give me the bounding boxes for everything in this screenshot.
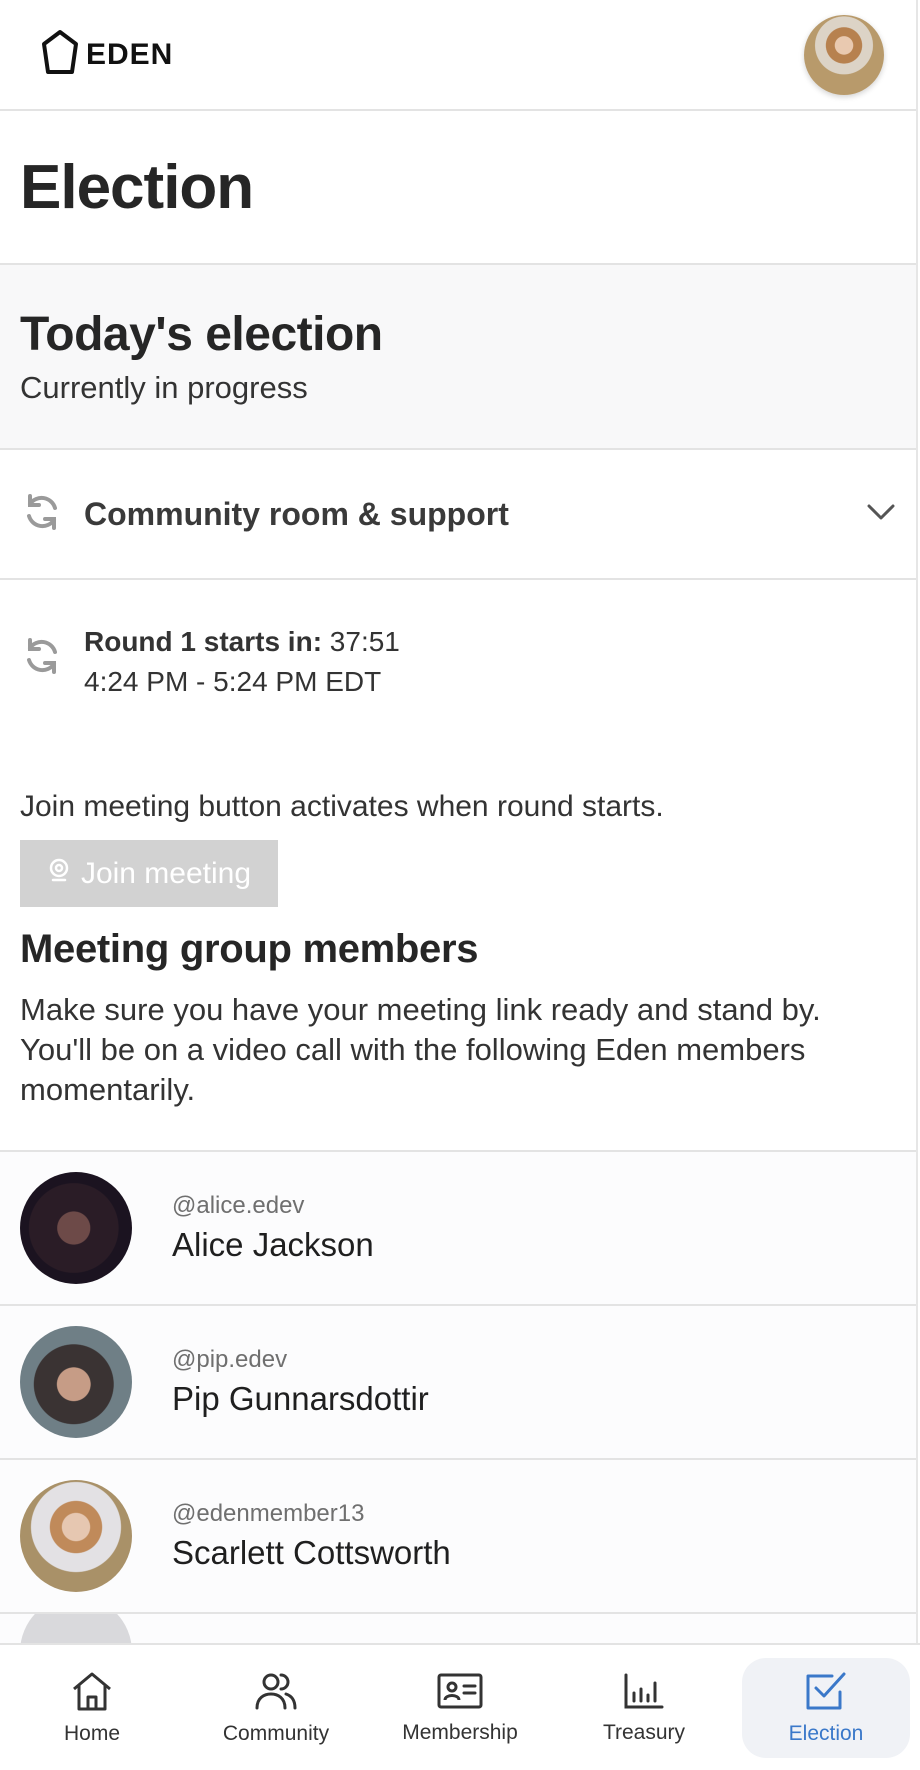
list-item[interactable]: @edenmember13 Scarlett Cottsworth [0, 1458, 916, 1612]
member-handle: @alice.edev [172, 1192, 305, 1219]
member-handle: @pip.edev [172, 1346, 288, 1373]
round-countdown-line: Round 1 starts in: 37:51 [84, 622, 400, 662]
list-item[interactable]: @pip.edev Pip Gunnarsdottir [0, 1304, 916, 1458]
member-name: Pip Gunnarsdottir [172, 1380, 429, 1417]
webcam-icon [47, 857, 71, 891]
eden-logo[interactable]: EDEN [40, 29, 173, 80]
avatar [20, 1326, 132, 1438]
nav-label-membership: Membership [402, 1720, 518, 1744]
nav-item-election[interactable]: Election [742, 1657, 910, 1758]
user-avatar[interactable] [804, 14, 884, 95]
nav-label-election: Election [788, 1721, 864, 1745]
avatar [20, 1172, 132, 1284]
todays-election-banner: Today's election Currently in progress [0, 265, 916, 450]
join-meeting-label: Join meeting [80, 856, 252, 890]
checkbox-icon [804, 1670, 848, 1712]
join-meeting-notice: Join meeting button activates when round… [20, 790, 664, 823]
top-header: EDEN [0, 0, 916, 111]
join-meeting-button[interactable]: Join meeting [20, 840, 278, 907]
avatar [20, 1480, 132, 1592]
nav-item-treasury[interactable]: Treasury [552, 1645, 736, 1770]
nav-item-membership[interactable]: Membership [368, 1645, 552, 1770]
round-time-range: 4:24 PM - 5:24 PM EDT [84, 666, 382, 697]
main-content: EDEN Election Today's election Currently… [0, 0, 918, 1770]
nav-item-community[interactable]: Community [184, 1645, 368, 1770]
refresh-icon [22, 492, 62, 537]
round-info: Round 1 starts in: 37:51 4:24 PM - 5:24 … [0, 580, 916, 702]
users-icon [254, 1670, 298, 1712]
election-status: Currently in progress [20, 370, 308, 405]
meeting-group-title: Meeting group members [20, 927, 479, 971]
community-room-label: Community room & support [84, 495, 509, 532]
meeting-group-description: Make sure you have your meeting link rea… [20, 992, 821, 1107]
refresh-icon [22, 636, 62, 681]
id-card-icon [436, 1671, 484, 1711]
member-name: Scarlett Cottsworth [172, 1534, 451, 1571]
chevron-down-icon[interactable] [866, 502, 896, 527]
nav-label-home: Home [63, 1721, 121, 1745]
logo-text: EDEN [86, 37, 174, 71]
round-countdown: 37:51 [329, 626, 400, 657]
page-title: Election [20, 152, 254, 222]
todays-election-title: Today's election [20, 308, 383, 361]
round-label: Round 1 starts in: [84, 626, 323, 657]
home-icon [70, 1670, 114, 1712]
nav-label-treasury: Treasury [602, 1720, 686, 1744]
member-list: @alice.edev Alice Jackson @pip.edev Pip … [0, 1150, 916, 1652]
member-handle: @edenmember13 [172, 1500, 365, 1527]
member-info: @alice.edev Alice Jackson [172, 1192, 374, 1264]
nav-label-community: Community [222, 1721, 330, 1745]
member-info: @edenmember13 Scarlett Cottsworth [172, 1500, 451, 1572]
election-page: EDEN Election Today's election Currently… [0, 0, 920, 1770]
member-name: Alice Jackson [172, 1226, 374, 1263]
nav-item-home[interactable]: Home [0, 1645, 184, 1770]
bottom-navigation: Home Community Membership Treasury Elect… [0, 1643, 920, 1770]
pentagon-logo-icon [40, 29, 80, 80]
bar-chart-icon [622, 1671, 666, 1711]
list-item[interactable]: @alice.edev Alice Jackson [0, 1150, 916, 1304]
community-room-accordion[interactable]: Community room & support [0, 450, 916, 580]
member-info: @pip.edev Pip Gunnarsdottir [172, 1346, 429, 1418]
round-texts: Round 1 starts in: 37:51 4:24 PM - 5:24 … [84, 622, 400, 702]
page-title-section: Election [0, 111, 916, 265]
